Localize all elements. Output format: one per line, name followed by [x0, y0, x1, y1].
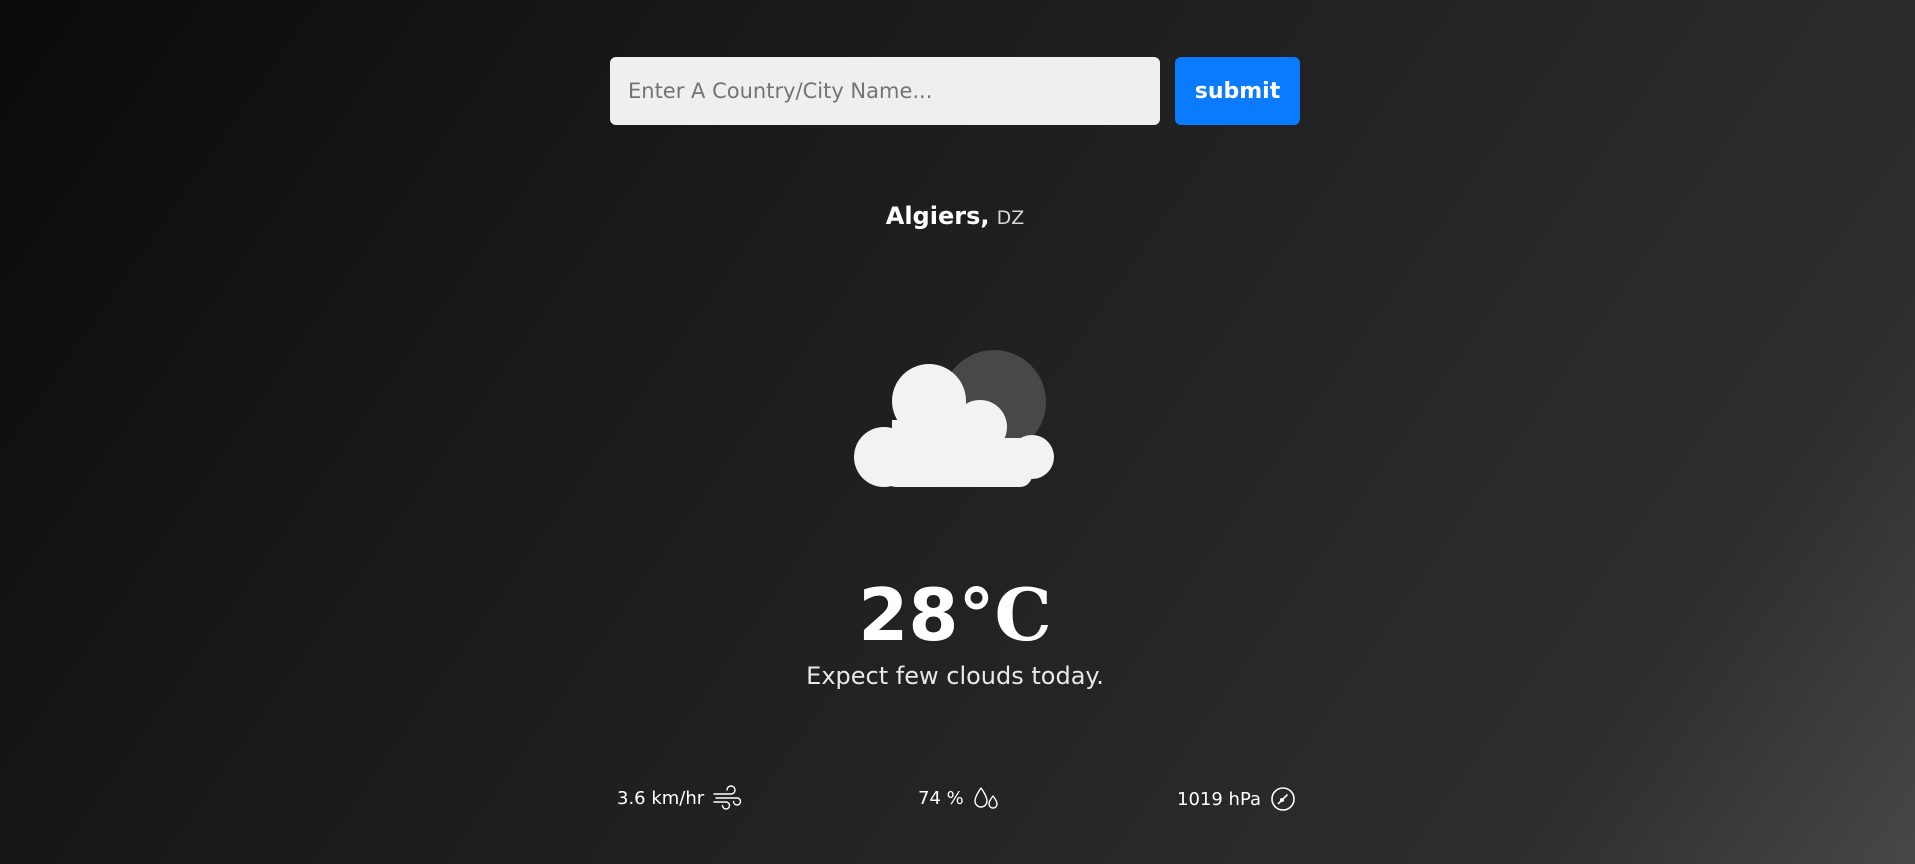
- wind-speed-value: 3.6 km/hr: [617, 787, 705, 809]
- country-code: DZ: [996, 207, 1025, 229]
- humidity-icon: [974, 787, 998, 809]
- weather-description: Expect few clouds today.: [806, 662, 1104, 690]
- temperature-unit: °C: [958, 572, 1052, 657]
- pressure-stat: 1019 hPa: [1177, 785, 1297, 813]
- wind-stat: 3.6 km/hr: [617, 785, 742, 811]
- search-input[interactable]: [610, 57, 1160, 125]
- humidity-value: 74 %: [918, 787, 964, 809]
- few-clouds-night-icon: [854, 350, 1054, 487]
- temperature-value: 28: [858, 573, 959, 657]
- city-name: Algiers,: [885, 202, 990, 230]
- temperature: 28°C: [0, 572, 1910, 658]
- pressure-value: 1019 hPa: [1177, 788, 1262, 810]
- submit-button[interactable]: submit: [1175, 57, 1300, 125]
- pressure-gauge-icon: [1271, 787, 1295, 811]
- humidity-stat: 74 %: [918, 785, 1000, 811]
- location: Algiers, DZ: [0, 202, 1910, 230]
- search-form: submit: [610, 57, 1300, 125]
- wind-icon: [713, 785, 742, 810]
